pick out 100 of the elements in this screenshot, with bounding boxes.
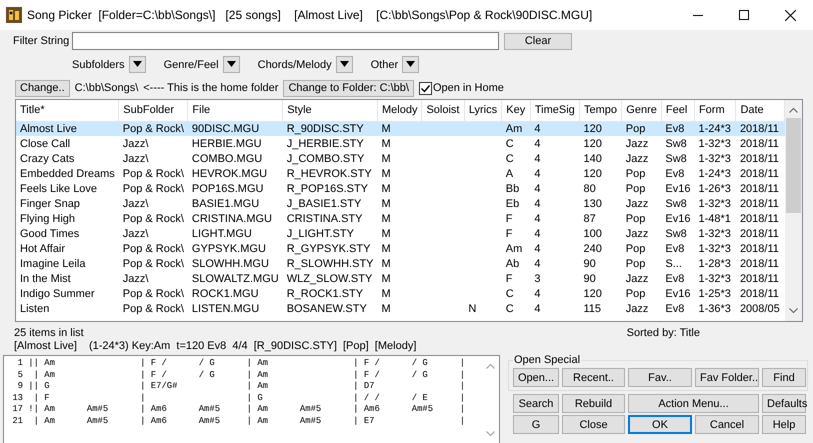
table-cell: Flying High	[20, 212, 76, 224]
column-header[interactable]: Genre	[622, 100, 662, 121]
table-cell: 4	[534, 122, 540, 135]
change-button[interactable]: Change..	[15, 80, 70, 96]
column-header[interactable]: Form	[694, 100, 736, 121]
table-row[interactable]: Listen Pop & Rock\ LISTEN.MGU BOSANEW.STY M N C 4 115 Jazz Ev8 1-36*3 2008/05	[16, 301, 785, 316]
column-header[interactable]: Feel	[661, 100, 694, 121]
action-button[interactable]: Help	[762, 415, 806, 434]
dropdown-button[interactable]	[128, 56, 146, 72]
action-button[interactable]: Defaults	[762, 394, 806, 413]
table-cell: A	[506, 168, 514, 180]
table-row[interactable]: Hot Affair Pop & Rock\ GYPSYK.MGU R_GYPSYK.STY M Am 4 240 Pop Ev8 1-32*3 2018/11	[16, 241, 785, 256]
table-row[interactable]: Indigo Summer Pop & Rock\ ROCK1.MGU R_ROCK1.STY M C 4 120 Pop Ev16 1-25*3 2018/11	[16, 286, 785, 301]
column-header[interactable]: Tempo	[579, 100, 622, 121]
table-cell: Jazz	[626, 138, 648, 150]
column-header[interactable]: Lyrics	[464, 100, 502, 121]
sort-status: Sorted by: Title	[626, 326, 700, 338]
table-row[interactable]: Close Call Jazz\ HERBIE.MGU J_HERBIE.STY M C 4 120 Jazz Sw8 1-32*3 2018/11	[16, 136, 785, 151]
dropdown-button[interactable]	[402, 56, 420, 72]
caret-icon	[340, 61, 349, 67]
table-row[interactable]: Almost Live Pop & Rock\ 90DISC.MGU R_90DISC.STY M Am 4 120 Pop Ev8 1-24*3 2018/11	[16, 121, 785, 136]
action-button[interactable]: Find	[762, 368, 806, 387]
table-cell: 2018/11	[740, 212, 779, 224]
table-row[interactable]: Crazy Cats Jazz\ COMBO.MGU J_COMBO.STY M C 4 140 Jazz Sw8 1-32*3 2018/11	[16, 151, 785, 166]
table-cell: Ev16	[665, 182, 690, 194]
table-cell: 4	[534, 168, 540, 180]
table-cell: M	[382, 212, 391, 224]
home-folder-note: <---- This is the home folder	[143, 80, 278, 96]
table-row[interactable]: Flying High Pop & Rock\ CRISTINA.MGU CRISTINA.STY M F 4 87 Pop Ev16 1-48*1 2018/11	[16, 211, 785, 226]
scroll-down-icon[interactable]	[789, 308, 798, 314]
table-cell: 120	[583, 138, 602, 150]
checkbox[interactable]	[418, 82, 432, 94]
column-header[interactable]: Melody	[378, 100, 422, 121]
column-header[interactable]: SubFolder	[118, 100, 188, 121]
column-header[interactable]: Key	[502, 100, 530, 121]
checkbox-label: Open in Home	[432, 80, 504, 96]
table-row[interactable]: Finger Snap Jazz\ BASIE1.MGU J_BASIE1.STY M Eb 4 130 Jazz Sw8 1-32*3 2018/11	[16, 196, 785, 211]
table-cell: SLOWHH.MGU	[192, 258, 269, 270]
dropdown-button[interactable]	[336, 56, 353, 72]
column-header[interactable]: Style	[282, 100, 378, 121]
table-row[interactable]: Embedded Dreams Pop & Rock\ HEVROK.MGU R_HEVROK.STY M A 4 120 Pop Ev8 1-24*3 2018/11	[16, 166, 785, 181]
table-cell: J_LIGHT.STY	[286, 228, 354, 240]
scrollbar[interactable]	[785, 100, 802, 321]
table-cell: 4	[534, 242, 540, 254]
table-cell: Imagine Leila	[20, 258, 86, 270]
table-cell: R_HEVROK.STY	[286, 168, 372, 180]
table-cell: 2018/11	[740, 168, 779, 180]
action-button[interactable]: Search	[513, 394, 559, 413]
table-cell: 1-24*3	[698, 122, 731, 135]
table-cell: M	[382, 242, 391, 254]
table-cell: 90	[583, 258, 596, 270]
column-header[interactable]: Title*	[16, 100, 119, 121]
clear-button[interactable]: Clear	[504, 32, 572, 50]
table-cell: 2018/11	[740, 228, 779, 240]
column-header[interactable]: File	[188, 100, 283, 121]
song-summary: (1-24*3) Key:Am t=120 Ev8 4/4 [R_90DISC.STY] [Pop] [Melody]	[88, 339, 416, 354]
table-cell: M	[382, 302, 391, 314]
table-row[interactable]: In the Mist Jazz\ SLOWALTZ.MGU WLZ_SLOW.STY M F 3 90 Jazz Ev8 1-32*3 2018/11	[16, 271, 785, 286]
table-cell: Jazz\	[122, 152, 148, 164]
action-button[interactable]: Action Menu...	[628, 394, 759, 413]
action-button[interactable]: Fav Folder..	[695, 368, 759, 387]
filter-field[interactable]	[72, 32, 499, 50]
scroll-up-icon[interactable]	[486, 363, 495, 369]
table-cell: M	[382, 182, 391, 194]
action-button[interactable]: Open...	[513, 368, 559, 387]
table-cell: Pop & Rock\	[122, 242, 184, 254]
table-cell: Pop & Rock\	[122, 182, 184, 194]
action-button[interactable]: Close	[562, 415, 625, 434]
table-cell: 2018/11	[740, 138, 779, 150]
table-cell: Eb	[506, 198, 520, 210]
action-button[interactable]: Rebuild	[562, 394, 625, 413]
table-cell: 140	[583, 152, 602, 164]
action-button[interactable]: OK	[628, 415, 692, 434]
table-cell: M	[382, 168, 391, 180]
action-button[interactable]: Recent..	[562, 368, 625, 387]
table-cell: 90DISC.MGU	[192, 122, 260, 135]
table-cell: Bb	[506, 182, 520, 194]
table-cell: C	[506, 288, 514, 300]
table-cell: 4	[534, 302, 540, 314]
action-button[interactable]: Fav..	[628, 368, 692, 387]
scroll-up-icon[interactable]	[789, 107, 798, 113]
table-cell: Ev8	[665, 272, 684, 284]
table-row[interactable]: Good Times Jazz\ LIGHT.MGU J_LIGHT.STY M F 4 100 Jazz Sw8 1-32*3 2018/11	[16, 226, 785, 241]
table-cell: Close Call	[20, 138, 70, 150]
group-title: Open Special	[513, 355, 582, 366]
scroll-down-icon[interactable]	[486, 431, 495, 437]
action-button[interactable]: G	[513, 415, 559, 434]
change-folder-button[interactable]: Change to Folder: C:\bb\	[283, 80, 414, 96]
column-header[interactable]: TimeSig	[530, 100, 580, 121]
table-cell: Pop	[626, 242, 646, 254]
chord-line: 9 || G | E7/G# | Am | D7 |	[16, 381, 466, 393]
table-cell: 4	[534, 138, 540, 150]
dropdown-button[interactable]	[222, 56, 240, 72]
table-cell: 90	[583, 272, 596, 284]
column-header[interactable]: Soloist	[422, 100, 464, 121]
table-row[interactable]: Imagine Leila Pop & Rock\ SLOWHH.MGU R_SLOWHH.STY M Ab 4 90 Pop S... 1-28*3 2018/11	[16, 256, 785, 271]
scroll-thumb[interactable]	[786, 118, 802, 213]
table-row[interactable]: Feels Like Love Pop & Rock\ POP16S.MGU R_POP16S.STY M Bb 4 80 Pop Ev16 1-26*3 2018/11	[16, 181, 785, 196]
action-button[interactable]: Cancel	[695, 415, 759, 434]
table-cell: Sw8	[665, 228, 687, 240]
